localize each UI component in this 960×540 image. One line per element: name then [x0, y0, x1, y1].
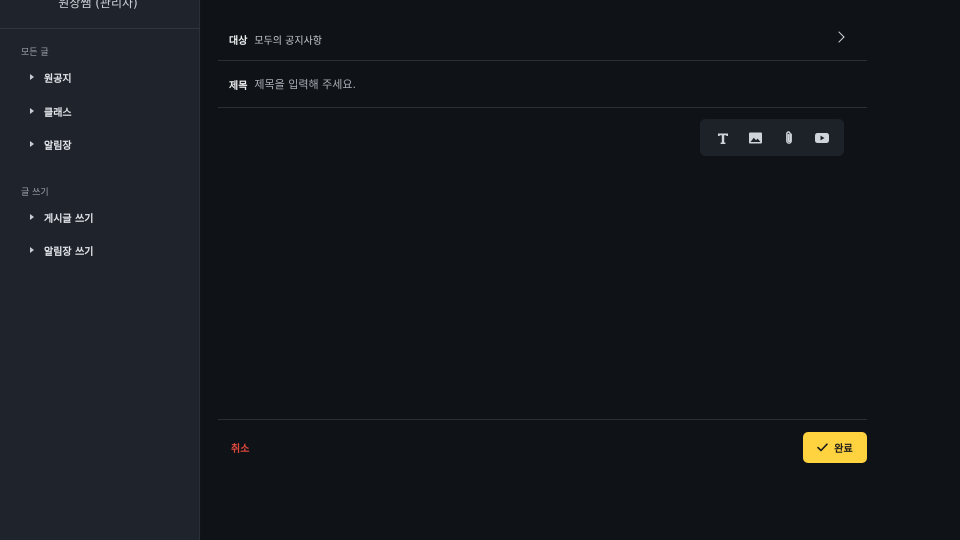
- target-selector[interactable]: 대상 모두의 공지사항: [218, 18, 867, 61]
- video-icon: [814, 132, 829, 143]
- title-input[interactable]: [254, 77, 815, 91]
- user-role-title: 원장쌤 (관리자): [58, 0, 138, 10]
- insert-image-button[interactable]: [742, 124, 770, 152]
- caret-right-icon: [30, 108, 34, 114]
- target-label: 대상: [229, 35, 248, 47]
- done-button[interactable]: 완료: [803, 432, 867, 463]
- sidebar-item-write-post[interactable]: 게시글 쓰기: [26, 205, 93, 229]
- sidebar-item-label: 게시글 쓰기: [44, 213, 94, 225]
- sidebar-item-announcements[interactable]: 원공지: [26, 65, 72, 89]
- editor-toolbar: [700, 119, 844, 156]
- text-format-button[interactable]: [709, 124, 737, 152]
- target-value: 모두의 공지사항: [254, 35, 322, 47]
- sidebar-item-label: 알림장: [44, 140, 72, 152]
- text-icon: [717, 133, 728, 144]
- done-button-label: 완료: [834, 444, 853, 455]
- sidebar-item-class[interactable]: 클래스: [26, 99, 72, 123]
- footer-divider: [218, 419, 867, 420]
- chevron-right-icon: [833, 31, 845, 43]
- section-label-all-posts: 모든 글: [21, 48, 49, 58]
- sidebar: 원장쌤 (관리자) 모든 글 원공지 클래스 알림장 글 쓰기 게시글 쓰기 알…: [0, 0, 200, 540]
- caret-right-icon: [30, 214, 34, 220]
- check-icon: [817, 443, 829, 452]
- caret-right-icon: [30, 141, 34, 147]
- paperclip-icon: [785, 130, 792, 144]
- caret-right-icon: [30, 74, 34, 80]
- cancel-button[interactable]: 취소: [231, 440, 249, 455]
- sidebar-header: 원장쌤 (관리자): [0, 0, 200, 29]
- sidebar-item-label: 원공지: [44, 73, 72, 85]
- title-row: 제목: [218, 61, 867, 108]
- attach-file-button[interactable]: [775, 124, 803, 152]
- caret-right-icon: [30, 247, 34, 253]
- insert-video-button[interactable]: [808, 124, 836, 152]
- sidebar-item-label: 알림장 쓰기: [44, 246, 94, 258]
- section-label-write: 글 쓰기: [21, 188, 49, 198]
- title-label: 제목: [229, 80, 248, 92]
- sidebar-item-notice-board[interactable]: 알림장: [26, 132, 72, 156]
- image-icon: [749, 132, 762, 143]
- sidebar-item-label: 클래스: [44, 107, 72, 119]
- sidebar-item-write-notice[interactable]: 알림장 쓰기: [26, 238, 93, 262]
